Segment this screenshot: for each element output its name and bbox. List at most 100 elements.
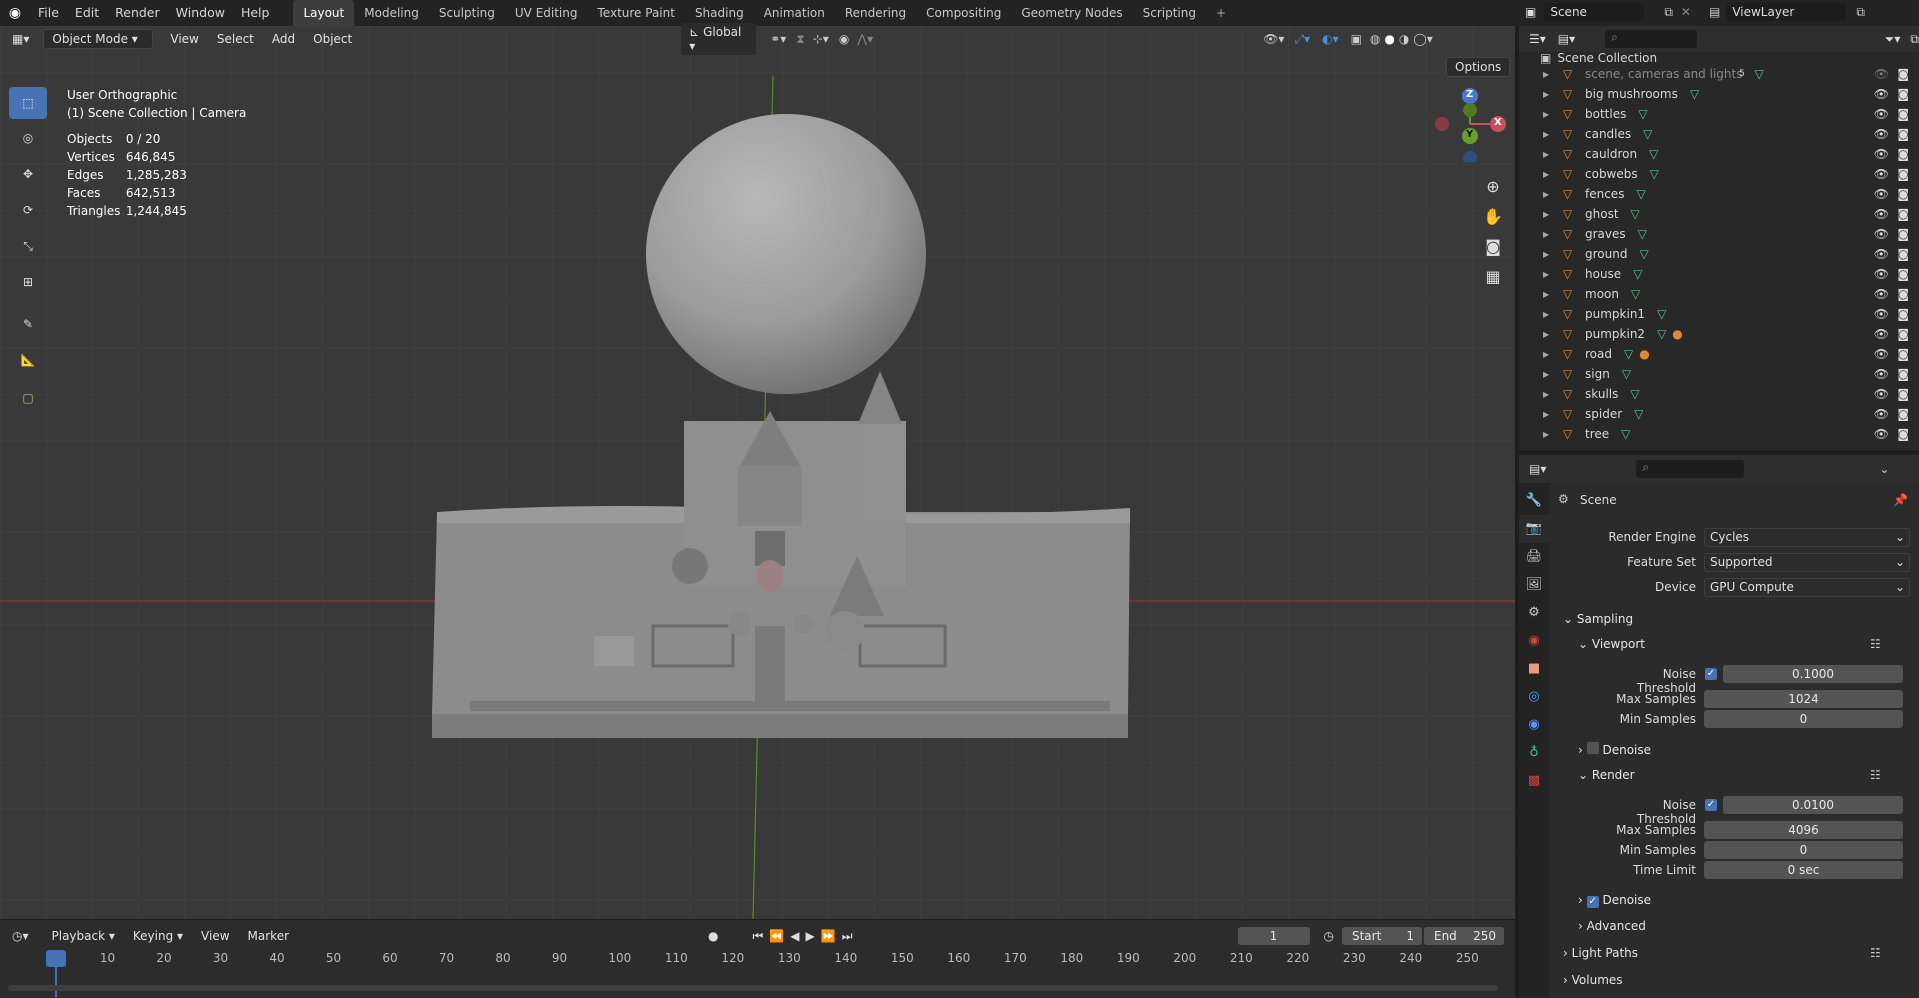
collapse-icon[interactable]: ⌄ — [1879, 462, 1889, 476]
annotate-tool-icon[interactable]: ✎ — [9, 308, 47, 340]
render-camera-icon[interactable]: ◙ — [1897, 87, 1909, 101]
viewport-noise-threshold-checkbox[interactable]: ✓ — [1705, 668, 1717, 680]
jump-start-icon[interactable]: ⏮ — [753, 929, 764, 944]
visibility-eye-icon[interactable]: 👁 — [1874, 387, 1889, 401]
texture-tab-icon[interactable]: ▩ — [1519, 767, 1549, 795]
zoom-icon[interactable]: ⊕ — [1480, 172, 1506, 202]
menu-help[interactable]: Help — [233, 0, 278, 26]
visibility-eye-icon[interactable]: 👁 — [1874, 427, 1889, 441]
tab-animation[interactable]: Animation — [754, 0, 835, 26]
expand-arrow-icon[interactable]: ▸ — [1543, 147, 1557, 161]
render-denoise-subsection[interactable]: › ✓ Denoise — [1578, 893, 1651, 908]
visibility-icon[interactable]: 👁▾ — [1263, 32, 1284, 46]
new-collection-icon[interactable]: ⧉ — [1910, 32, 1919, 47]
outliner-item[interactable]: ▸ ▽ moon ▽ 👁 ◙ — [1519, 284, 1919, 304]
modifiers-tab-icon[interactable]: ◎ — [1519, 683, 1549, 711]
pan-hand-icon[interactable]: ✋ — [1480, 202, 1506, 232]
xray-icon[interactable]: ▣ — [1351, 32, 1362, 46]
render-camera-icon[interactable]: ◙ — [1897, 227, 1909, 241]
overlays-toggle-icon[interactable]: ◐▾ — [1322, 32, 1339, 46]
viewport-min-samples-field[interactable]: 0 — [1704, 710, 1903, 728]
preset-list-icon[interactable]: ☷ — [1870, 946, 1881, 960]
render-subsection-header[interactable]: ⌄ Render — [1578, 768, 1635, 782]
outliner-item[interactable]: ▸ ▽ pumpkin1 ▽ 👁 ◙ — [1519, 304, 1919, 324]
camera-view-icon[interactable]: ◙ — [1480, 232, 1506, 262]
render-min-samples-field[interactable]: 0 — [1704, 841, 1903, 859]
playback-menu[interactable]: Playback ▾ — [43, 929, 124, 943]
end-frame-field[interactable]: End 250 — [1423, 927, 1504, 945]
render-camera-icon[interactable]: ◙ — [1897, 387, 1909, 401]
advanced-subsection[interactable]: › Advanced — [1578, 919, 1646, 933]
rendered-shading-icon[interactable]: ◯▾ — [1413, 32, 1432, 46]
menu-render[interactable]: Render — [107, 0, 168, 26]
rotate-tool-icon[interactable]: ⟳ — [9, 194, 47, 226]
viewport-noise-threshold-field[interactable]: 0.1000 — [1723, 665, 1903, 683]
menu-file[interactable]: File — [30, 0, 67, 26]
render-camera-icon[interactable]: ◙ — [1897, 247, 1909, 261]
mode-dropdown[interactable]: Object Mode ▾ — [43, 29, 154, 49]
ortho-grid-icon[interactable]: ▦ — [1480, 262, 1506, 292]
outliner-item[interactable]: ▸ ▽ candles ▽ 👁 ◙ — [1519, 124, 1919, 144]
output-tab-icon[interactable]: 🖨 — [1519, 543, 1549, 571]
render-camera-icon[interactable]: ◙ — [1897, 67, 1909, 81]
outliner-item[interactable]: ▸ ▽ big mushrooms ▽ 👁 ◙ — [1519, 84, 1919, 104]
visibility-eye-icon[interactable]: 👁 — [1874, 107, 1889, 121]
start-frame-field[interactable]: Start 1 — [1341, 927, 1422, 945]
outliner-item[interactable]: ▸ ▽ bottles ▽ 👁 ◙ — [1519, 104, 1919, 124]
visibility-eye-icon[interactable]: 👁 — [1874, 247, 1889, 261]
physics-tab-icon[interactable]: ◉ — [1519, 711, 1549, 739]
cursor-tool-icon[interactable]: ◎ — [9, 122, 47, 154]
outliner-item[interactable]: ▸ ▽ sign ▽ 👁 ◙ — [1519, 364, 1919, 384]
filter-icon[interactable]: ⏷▾ — [1885, 32, 1901, 47]
expand-arrow-icon[interactable]: ▸ — [1543, 427, 1557, 441]
tab-modeling[interactable]: Modeling — [354, 0, 429, 26]
render-camera-icon[interactable]: ◙ — [1897, 187, 1909, 201]
render-camera-icon[interactable]: ◙ — [1897, 207, 1909, 221]
tab-compositing[interactable]: Compositing — [916, 0, 1011, 26]
marker-menu[interactable]: Marker — [239, 929, 298, 943]
pivot-icon[interactable]: ⚭▾ — [770, 32, 786, 46]
volumes-section[interactable]: › Volumes — [1563, 973, 1623, 987]
tab-uv-editing[interactable]: UV Editing — [505, 0, 588, 26]
keying-menu[interactable]: Keying ▾ — [124, 929, 192, 943]
timeline-scrollbar[interactable] — [8, 985, 1498, 991]
outliner-item[interactable]: ▸ ▽ fences ▽ 👁 ◙ — [1519, 184, 1919, 204]
outliner-item[interactable]: ▸ ▽ cobwebs ▽ 👁 ◙ — [1519, 164, 1919, 184]
outliner-item[interactable]: ▸ ▽ road ▽ ● 👁 ◙ — [1519, 344, 1919, 364]
expand-arrow-icon[interactable]: ▸ — [1543, 347, 1557, 361]
visibility-eye-icon[interactable]: 👁 — [1874, 347, 1889, 361]
prev-keyframe-icon[interactable]: ⏪ — [769, 929, 784, 943]
expand-arrow-icon[interactable]: ▸ — [1543, 167, 1557, 181]
expand-arrow-icon[interactable]: ▸ — [1543, 367, 1557, 381]
jump-end-icon[interactable]: ⏭ — [842, 929, 853, 944]
expand-arrow-icon[interactable]: ▸ — [1543, 307, 1557, 321]
feature-set-dropdown[interactable]: Supported ⌄ — [1704, 553, 1910, 572]
gizmo-toggle-icon[interactable]: ⤢▾ — [1294, 32, 1310, 47]
outliner-item[interactable]: ▸ ▽ cauldron ▽ 👁 ◙ — [1519, 144, 1919, 164]
playhead[interactable] — [46, 950, 66, 967]
render-noise-threshold-checkbox[interactable]: ✓ — [1705, 799, 1717, 811]
light-paths-section[interactable]: › Light Paths — [1563, 946, 1638, 960]
tab-geometry-nodes[interactable]: Geometry Nodes — [1011, 0, 1132, 26]
time-limit-field[interactable]: 0 sec — [1704, 861, 1903, 879]
solid-shading-icon[interactable]: ● — [1384, 32, 1394, 46]
render-denoise-checkbox[interactable]: ✓ — [1586, 896, 1599, 908]
display-mode-icon[interactable]: ▤▾ — [1558, 32, 1575, 46]
expand-arrow-icon[interactable]: ▸ — [1543, 107, 1557, 121]
orientation-dropdown[interactable]: ⊾ Global ▾ — [681, 23, 757, 55]
expand-arrow-icon[interactable]: ▸ — [1543, 127, 1557, 141]
add-cube-tool-icon[interactable]: ▢ — [9, 382, 47, 414]
render-camera-icon[interactable]: ◙ — [1897, 167, 1909, 181]
visibility-eye-icon[interactable]: 👁 — [1874, 147, 1889, 161]
scene-tab-icon[interactable]: ⚙ — [1519, 599, 1549, 627]
editor-type-icon[interactable]: ▦▾ — [12, 32, 29, 46]
visibility-eye-icon[interactable]: 👁 — [1874, 407, 1889, 421]
menu-edit[interactable]: Edit — [67, 0, 107, 26]
menu-window[interactable]: Window — [168, 0, 233, 26]
expand-arrow-icon[interactable]: ▸ — [1543, 407, 1557, 421]
add-workspace-button[interactable]: + — [1206, 0, 1236, 26]
render-camera-icon[interactable]: ◙ — [1897, 327, 1909, 341]
properties-search-input[interactable]: ⌕ — [1636, 460, 1745, 478]
menu-add[interactable]: Add — [263, 32, 304, 46]
visibility-eye-icon[interactable]: 👁 — [1874, 207, 1889, 221]
